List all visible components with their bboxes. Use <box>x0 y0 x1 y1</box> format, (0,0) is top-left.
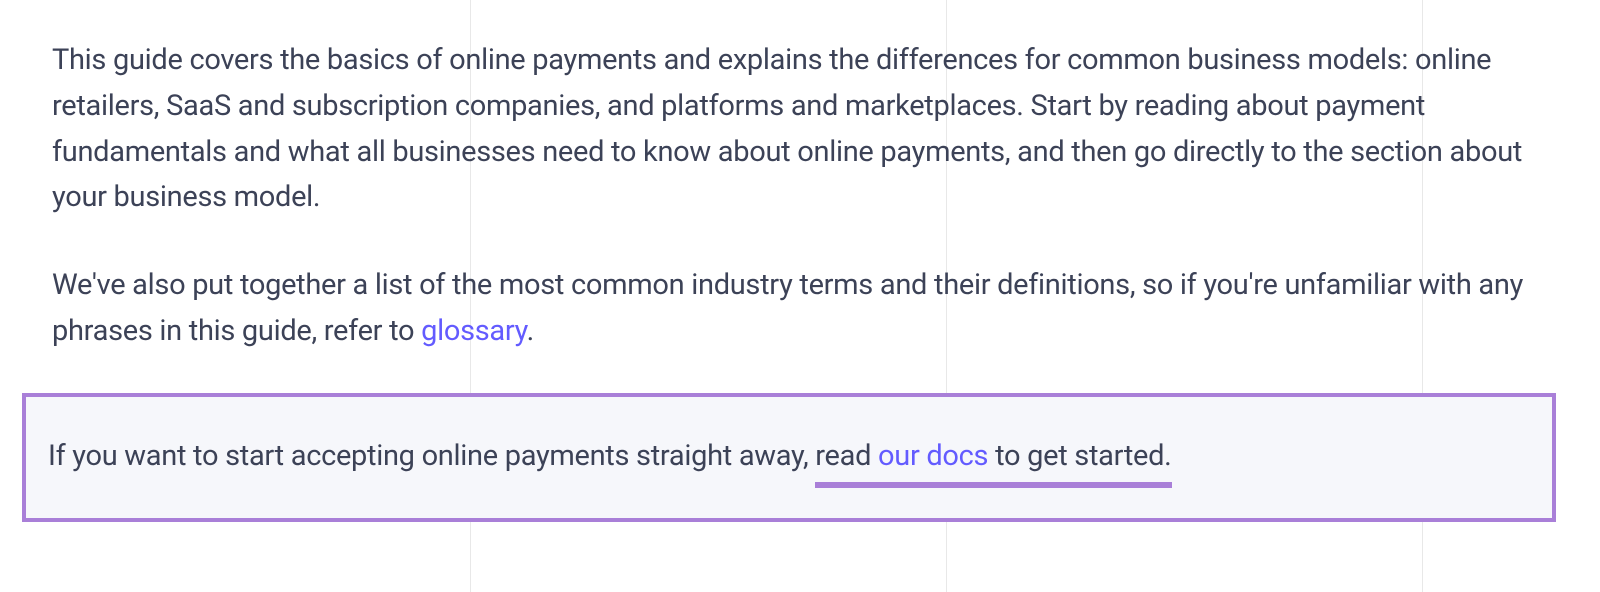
paragraph-2-text-after: . <box>527 314 534 348</box>
our-docs-link[interactable]: our docs <box>878 439 988 473</box>
guide-content: This guide covers the basics of online p… <box>52 38 1548 522</box>
intro-paragraph-2: We've also put together a list of the mo… <box>52 263 1548 355</box>
callout-text: If you want to start accepting online pa… <box>48 435 1530 479</box>
callout-underlined-after: to get started. <box>988 439 1171 473</box>
callout-box: If you want to start accepting online pa… <box>22 393 1556 523</box>
callout-text-before: If you want to start accepting online pa… <box>48 439 815 473</box>
callout-underlined-phrase: read our docs to get started. <box>815 435 1171 479</box>
callout-underlined-before: read <box>815 439 878 473</box>
paragraph-2-text-before: We've also put together a list of the mo… <box>52 268 1523 348</box>
intro-paragraph-1: This guide covers the basics of online p… <box>52 38 1548 221</box>
glossary-link[interactable]: glossary <box>421 314 526 348</box>
